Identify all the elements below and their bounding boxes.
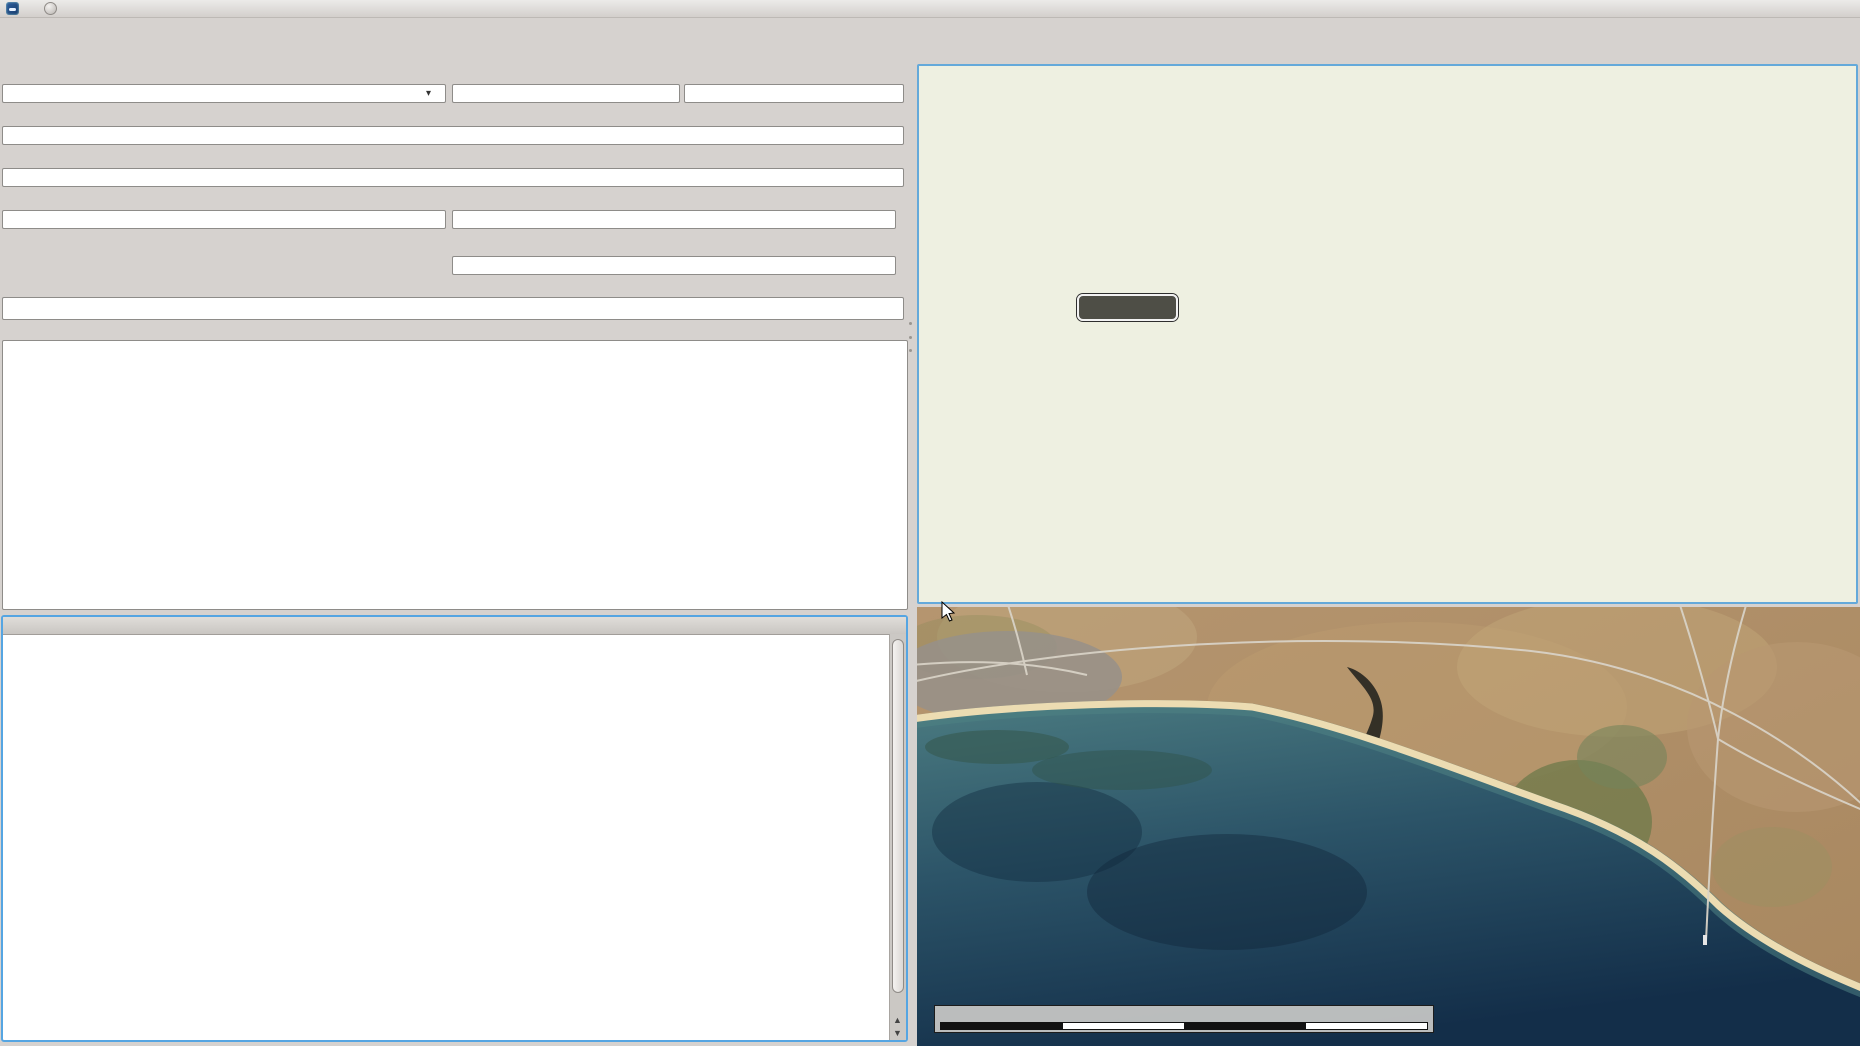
title-bar[interactable] bbox=[0, 0, 1860, 18]
profile-information-tooltip[interactable] bbox=[1077, 294, 1178, 321]
subsurface-window: { "window": { "title": "Subsurface: pane… bbox=[0, 0, 1860, 1046]
dive-profile-panel[interactable] bbox=[917, 64, 1858, 604]
location-field[interactable] bbox=[2, 126, 904, 145]
dive-list-header[interactable] bbox=[3, 617, 906, 635]
scroll-up-icon[interactable]: ▲ bbox=[890, 1014, 905, 1027]
scroll-down-icon[interactable]: ▼ bbox=[890, 1027, 905, 1040]
water-temp-field[interactable] bbox=[684, 84, 904, 103]
dive-list-scrollbar[interactable]: ▲ ▼ bbox=[889, 634, 906, 1040]
subsurface-app-icon bbox=[6, 2, 19, 15]
map-satellite-image bbox=[917, 607, 1860, 1046]
mouse-cursor-icon bbox=[941, 601, 956, 622]
window-badge-icon bbox=[44, 2, 57, 15]
air-temp-field[interactable] bbox=[452, 84, 680, 103]
dive-list: ▲ ▼ bbox=[1, 615, 908, 1042]
buddy-field[interactable] bbox=[452, 210, 896, 229]
start-time-combobox[interactable] bbox=[2, 84, 446, 103]
tags-field[interactable] bbox=[2, 297, 904, 320]
dive-profile-chart[interactable] bbox=[919, 66, 1852, 598]
divemaster-field[interactable] bbox=[2, 210, 446, 229]
map-scale-bar bbox=[934, 1005, 1434, 1033]
scrollbar-thumb[interactable] bbox=[892, 639, 904, 993]
menu-bar bbox=[0, 18, 1860, 38]
dive-location-map[interactable] bbox=[917, 607, 1860, 1046]
coordinates-field[interactable] bbox=[2, 168, 904, 187]
map-pier bbox=[1703, 935, 1707, 945]
notes-textarea[interactable] bbox=[2, 340, 908, 610]
suit-field[interactable] bbox=[452, 256, 896, 275]
pane-splitter[interactable] bbox=[909, 322, 913, 352]
